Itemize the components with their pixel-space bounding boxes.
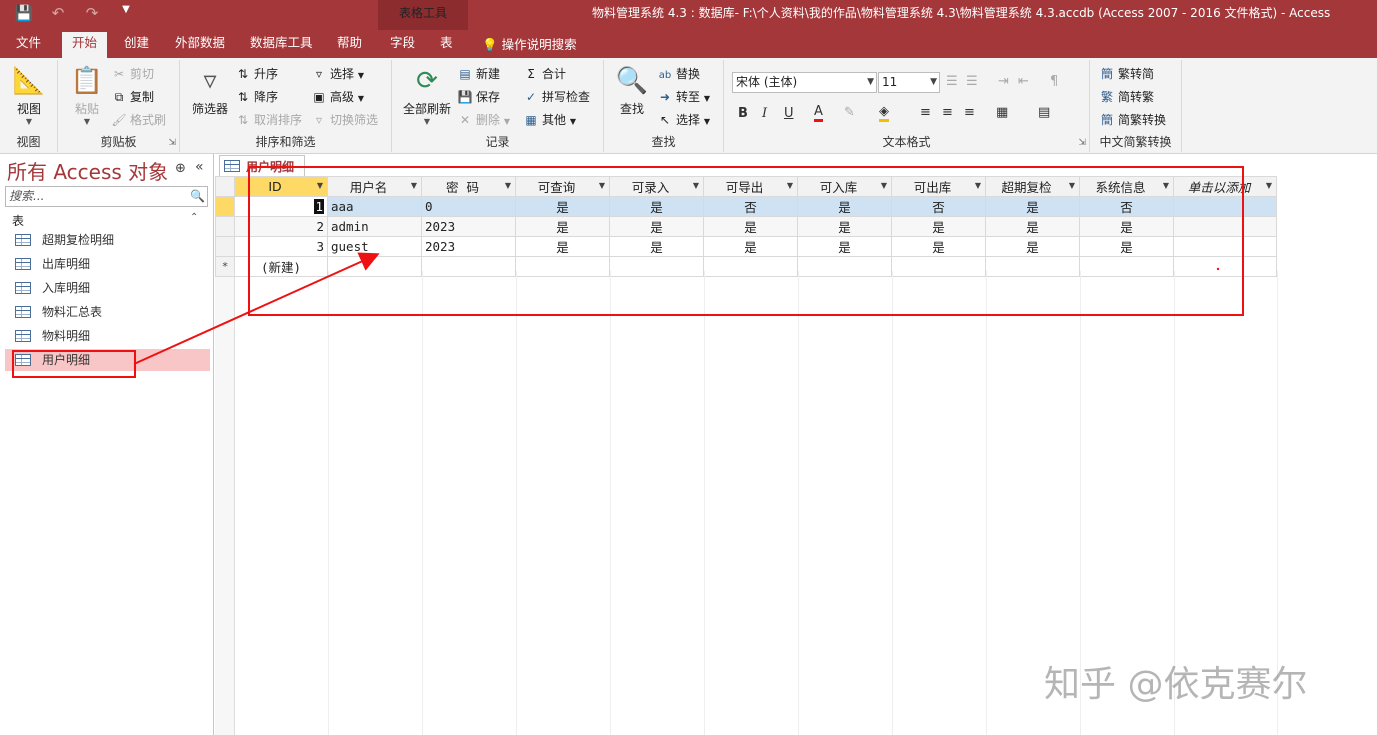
annotation-arrow-line <box>133 252 380 365</box>
annotation-arrow <box>133 252 1220 365</box>
watermark: 知乎 @依克赛尔 <box>1044 664 1308 705</box>
annotation-dot <box>1216 267 1220 271</box>
